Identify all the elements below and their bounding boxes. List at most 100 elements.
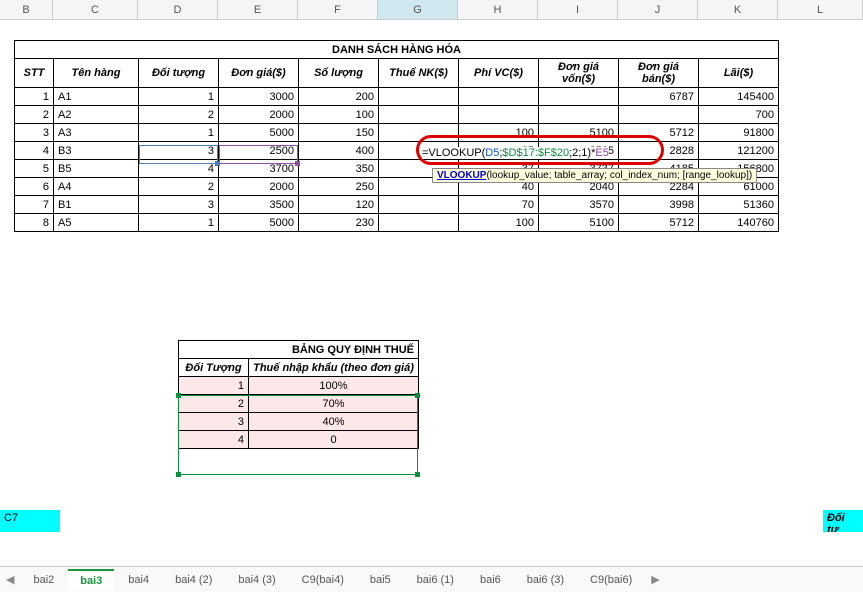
col-header-K[interactable]: K xyxy=(698,0,778,19)
cell[interactable]: 3 xyxy=(15,124,54,142)
cell[interactable]: 0 xyxy=(249,431,419,449)
cell[interactable]: 5712 xyxy=(619,214,699,232)
table-row[interactable]: 7B133500120 703570399851360 xyxy=(15,196,779,214)
cell[interactable] xyxy=(459,88,539,106)
tax-row[interactable]: 40 xyxy=(179,431,419,449)
cell[interactable]: 8 xyxy=(15,214,54,232)
tab-next-icon[interactable]: ▶ xyxy=(645,571,665,588)
formula-editor[interactable]: =VLOOKUP(D5;$D$17:$F$20;2;1)*E5 xyxy=(422,147,609,159)
tax-row[interactable]: 270% xyxy=(179,395,419,413)
cell[interactable] xyxy=(619,106,699,124)
cell[interactable]: A5 xyxy=(54,214,139,232)
sheet-tab[interactable]: bai4 (2) xyxy=(163,569,224,591)
col-header-B[interactable]: B xyxy=(0,0,53,19)
cell[interactable]: 100% xyxy=(249,377,419,395)
cell[interactable]: 91800 xyxy=(699,124,779,142)
cell[interactable]: 3 xyxy=(179,413,249,431)
table-row[interactable]: 4B3325004002525252828121200 xyxy=(15,142,779,160)
col-header-F[interactable]: F xyxy=(298,0,378,19)
cell[interactable]: 3 xyxy=(139,142,219,160)
cell[interactable]: 5 xyxy=(15,160,54,178)
sheet-tab[interactable]: bai4 xyxy=(116,569,161,591)
cell[interactable]: 4 xyxy=(179,431,249,449)
cell[interactable]: 70% xyxy=(249,395,419,413)
cell[interactable]: 2000 xyxy=(219,106,299,124)
cell[interactable]: 5712 xyxy=(619,124,699,142)
cell[interactable]: 5000 xyxy=(219,214,299,232)
cell[interactable]: 100 xyxy=(299,106,379,124)
cell[interactable]: 700 xyxy=(699,106,779,124)
cell[interactable] xyxy=(539,88,619,106)
cell[interactable]: A1 xyxy=(54,88,139,106)
table-row[interactable]: 1A1130002006787145400 xyxy=(15,88,779,106)
col-header-C[interactable]: C xyxy=(53,0,138,19)
cell[interactable]: 1 xyxy=(15,88,54,106)
col-header-H[interactable]: H xyxy=(458,0,538,19)
sheet-tab[interactable]: bai6 (3) xyxy=(515,569,576,591)
cell[interactable]: 3570 xyxy=(539,196,619,214)
cell[interactable]: 5100 xyxy=(539,124,619,142)
cell[interactable]: 51360 xyxy=(699,196,779,214)
cell[interactable]: 2828 xyxy=(619,142,699,160)
sheet-tab[interactable]: C9(bai6) xyxy=(578,569,644,591)
cell[interactable]: 2500 xyxy=(219,142,299,160)
cell[interactable]: 3700 xyxy=(219,160,299,178)
sheet-tab[interactable]: bai3 xyxy=(68,569,114,591)
cell[interactable]: 2 xyxy=(15,106,54,124)
cell[interactable]: B1 xyxy=(54,196,139,214)
sheet-tab[interactable]: C9(bai4) xyxy=(290,569,356,591)
cell[interactable]: 2 xyxy=(139,178,219,196)
cell[interactable]: 5000 xyxy=(219,124,299,142)
cell[interactable]: 1 xyxy=(139,124,219,142)
cell[interactable]: A2 xyxy=(54,106,139,124)
col-header-G[interactable]: G xyxy=(378,0,458,19)
cell[interactable]: 200 xyxy=(299,88,379,106)
cell[interactable]: 230 xyxy=(299,214,379,232)
cell[interactable]: 3998 xyxy=(619,196,699,214)
col-header-L[interactable]: L xyxy=(778,0,863,19)
cell[interactable]: 121200 xyxy=(699,142,779,160)
cell[interactable] xyxy=(379,214,459,232)
table-row[interactable]: 2A222000100700 xyxy=(15,106,779,124)
cell[interactable] xyxy=(379,124,459,142)
tax-row[interactable]: 1100% xyxy=(179,377,419,395)
cell[interactable]: 145400 xyxy=(699,88,779,106)
col-header-D[interactable]: D xyxy=(138,0,218,19)
cell[interactable]: 2 xyxy=(179,395,249,413)
cell[interactable]: 70 xyxy=(459,196,539,214)
cell[interactable]: 4 xyxy=(15,142,54,160)
cell[interactable]: 2000 xyxy=(219,178,299,196)
cell[interactable]: 400 xyxy=(299,142,379,160)
cell[interactable] xyxy=(379,88,459,106)
sheet-tab[interactable]: bai6 (1) xyxy=(405,569,466,591)
cell[interactable]: 1 xyxy=(139,88,219,106)
cell[interactable] xyxy=(379,106,459,124)
sheet-tab[interactable]: bai2 xyxy=(21,569,66,591)
tax-row[interactable]: 340% xyxy=(179,413,419,431)
col-header-I[interactable]: I xyxy=(538,0,618,19)
cell[interactable]: 3000 xyxy=(219,88,299,106)
cell[interactable]: 3 xyxy=(139,196,219,214)
cell[interactable]: 250 xyxy=(299,178,379,196)
cell[interactable]: 7 xyxy=(15,196,54,214)
col-header-E[interactable]: E xyxy=(218,0,298,19)
cell[interactable]: A4 xyxy=(54,178,139,196)
cell[interactable]: B5 xyxy=(54,160,139,178)
cell[interactable]: 40% xyxy=(249,413,419,431)
tab-prev-icon[interactable]: ◀ xyxy=(0,571,20,588)
cell[interactable]: 120 xyxy=(299,196,379,214)
cell[interactable]: 100 xyxy=(459,214,539,232)
table-row[interactable]: 3A315000150 1005100571291800 xyxy=(15,124,779,142)
cell[interactable]: 350 xyxy=(299,160,379,178)
cell[interactable]: 150 xyxy=(299,124,379,142)
cell[interactable]: A3 xyxy=(54,124,139,142)
cell[interactable]: B3 xyxy=(54,142,139,160)
cell[interactable]: 3500 xyxy=(219,196,299,214)
sheet-tab[interactable]: bai6 xyxy=(468,569,513,591)
cell[interactable]: 2 xyxy=(139,106,219,124)
sheet-tab[interactable]: bai4 (3) xyxy=(226,569,287,591)
table-row[interactable]: 8A51500023010051005712140760 xyxy=(15,214,779,232)
cell[interactable]: 100 xyxy=(459,124,539,142)
cell[interactable] xyxy=(379,196,459,214)
cell[interactable]: 6787 xyxy=(619,88,699,106)
